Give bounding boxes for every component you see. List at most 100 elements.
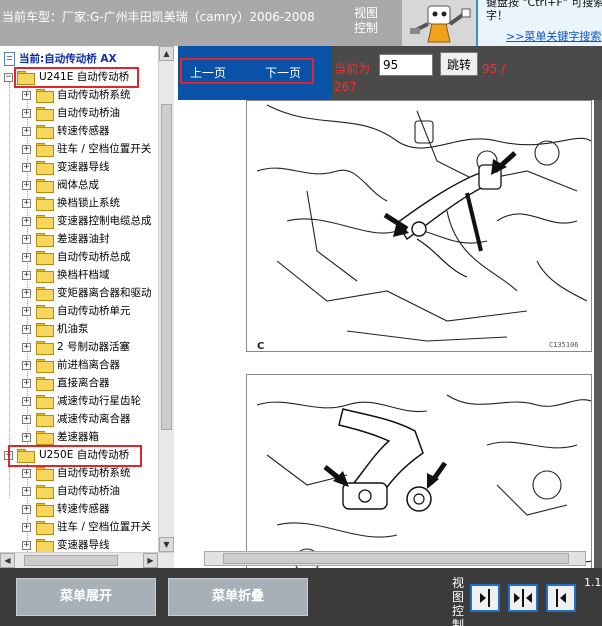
document-horizontal-scrollbar[interactable]	[204, 551, 586, 566]
expand-plus-icon[interactable]: +	[22, 253, 31, 262]
transaxle-drawing-1	[256, 104, 592, 342]
tree-item-label: 换档锁止系统	[57, 197, 120, 209]
expand-plus-icon[interactable]: +	[22, 199, 31, 208]
page-number-input[interactable]	[379, 54, 433, 76]
tree-item[interactable]: + 自动传动桥系统	[0, 86, 158, 104]
expand-plus-icon[interactable]: +	[22, 523, 31, 532]
tree-item[interactable]: + 直接离合器	[0, 374, 158, 392]
folder-icon	[36, 269, 54, 283]
tree-horizontal-scrollbar[interactable]: ◀ ▶	[0, 552, 174, 568]
tree-item[interactable]: + 换档杆档域	[0, 266, 158, 284]
robot-icon	[402, 0, 476, 46]
expand-plus-icon[interactable]: +	[22, 145, 31, 154]
expand-plus-icon[interactable]: +	[22, 379, 31, 388]
tree-item[interactable]: + 自动传动桥单元	[0, 302, 158, 320]
tree-item-label: 自动传动桥油	[57, 485, 120, 497]
expand-plus-icon[interactable]: +	[22, 109, 31, 118]
next-page-button[interactable]: 下一页	[265, 64, 301, 81]
folder-icon	[36, 377, 54, 391]
expand-plus-icon[interactable]: +	[22, 469, 31, 478]
folder-icon	[36, 89, 54, 103]
document-viewer: 上一页 下一页 当前为 跳转 95 / 267	[178, 46, 602, 568]
collapse-menu-button[interactable]: 菜单折叠	[168, 578, 308, 616]
tree-item[interactable]: + 减速传动行星齿轮	[0, 392, 158, 410]
scroll-thumb[interactable]	[161, 104, 172, 430]
folder-icon	[36, 323, 54, 337]
view-expand-left-button[interactable]	[546, 584, 576, 612]
view-expand-right-button[interactable]	[470, 584, 500, 612]
expand-plus-icon[interactable]: +	[22, 433, 31, 442]
scroll-thumb[interactable]	[223, 553, 569, 564]
tree-item-label: 自动传动桥系统	[57, 467, 131, 479]
tree-item[interactable]: + 差速器油封	[0, 230, 158, 248]
prev-page-button[interactable]: 上一页	[190, 64, 226, 81]
expand-plus-icon[interactable]: +	[22, 289, 31, 298]
collapse-minus-icon[interactable]: −	[4, 73, 13, 82]
expand-plus-icon[interactable]: +	[22, 217, 31, 226]
scroll-thumb[interactable]	[24, 555, 118, 566]
current-page-label: 当前为	[334, 62, 371, 76]
expand-plus-icon[interactable]: +	[22, 361, 31, 370]
tree-item[interactable]: + 前进档离合器	[0, 356, 158, 374]
jump-button[interactable]: 跳转	[440, 52, 478, 76]
expand-plus-icon[interactable]: +	[22, 325, 31, 334]
tree-item[interactable]: + 转速传感器	[0, 500, 158, 518]
tree-item[interactable]: + 驻车 / 空档位置开关	[0, 140, 158, 158]
expand-plus-icon[interactable]: +	[22, 235, 31, 244]
view-split-button[interactable]	[508, 584, 538, 612]
expand-plus-icon[interactable]: +	[22, 487, 31, 496]
tree-item[interactable]: + 减速传动离合器	[0, 410, 158, 428]
folder-icon	[36, 431, 54, 445]
manual-page: C C135106	[178, 100, 602, 568]
keyword-search-link[interactable]: >>菜单关键字搜索	[506, 28, 601, 44]
expand-menu-button[interactable]: 菜单展开	[16, 578, 156, 616]
tree-item[interactable]: +2 号制动器活塞	[0, 338, 158, 356]
expand-plus-icon[interactable]: +	[22, 271, 31, 280]
menu-tree[interactable]: 当前:自动传动桥 AX − U241E 自动传动桥 + 自动传动桥系统 + 自动传动桥…	[0, 46, 158, 552]
page-navigation-bar: 上一页 下一页 当前为 跳转 95 / 267	[178, 46, 602, 100]
tree-item[interactable]: + 自动传动桥油	[0, 104, 158, 122]
tree-root-label: 当前:自动传动桥 AX	[19, 53, 117, 65]
expand-plus-icon[interactable]: +	[22, 127, 31, 136]
vehicle-model-title: 当前车型：厂家:G-广州丰田凯美瑞（camry）2006-2008	[2, 10, 315, 24]
expand-plus-icon[interactable]: +	[22, 307, 31, 316]
scroll-left-button[interactable]: ◀	[0, 553, 15, 568]
expand-plus-icon[interactable]: +	[22, 343, 31, 352]
tree-vertical-scrollbar[interactable]: ▲ ▼	[158, 46, 174, 552]
expand-plus-icon[interactable]: +	[22, 415, 31, 424]
expand-plus-icon[interactable]: +	[22, 505, 31, 514]
document-scrollbar[interactable]	[594, 100, 602, 568]
tree-item[interactable]: + 驻车 / 空档位置开关	[0, 518, 158, 536]
tree-item[interactable]: + 转速传感器	[0, 122, 158, 140]
folder-icon	[36, 215, 54, 229]
scroll-up-button[interactable]: ▲	[159, 46, 174, 61]
expand-plus-icon[interactable]: +	[22, 163, 31, 172]
tree-item[interactable]: + 自动传动桥总成	[0, 248, 158, 266]
folder-icon	[36, 287, 54, 301]
tree-item[interactable]: + 变速器导线	[0, 536, 158, 552]
tree-item[interactable]: + 机油泵	[0, 320, 158, 338]
tree-item-label: 前进档离合器	[57, 359, 120, 371]
tree-item[interactable]: + 自动传动桥油	[0, 482, 158, 500]
split-icon	[514, 589, 532, 607]
scroll-right-button[interactable]: ▶	[143, 553, 158, 568]
tree-item[interactable]: + 换档锁止系统	[0, 194, 158, 212]
tree-item[interactable]: + 变矩器离合器和驱动	[0, 284, 158, 302]
tree-item[interactable]: + 自动传动桥系统	[0, 464, 158, 482]
tree-item-label: 驻车 / 空档位置开关	[57, 143, 152, 155]
tree-root[interactable]: 当前:自动传动桥 AX	[0, 50, 158, 68]
tree-item[interactable]: + 变速器导线	[0, 158, 158, 176]
expand-plus-icon[interactable]: +	[22, 181, 31, 190]
folder-icon	[36, 485, 54, 499]
scroll-down-button[interactable]: ▼	[159, 537, 174, 552]
tree-item[interactable]: + 阀体总成	[0, 176, 158, 194]
expand-plus-icon[interactable]: +	[22, 397, 31, 406]
expand-plus-icon[interactable]: +	[22, 91, 31, 100]
folder-icon	[36, 521, 54, 535]
tree-item-label: 减速传动离合器	[57, 413, 131, 425]
expand-plus-icon[interactable]: +	[22, 541, 31, 550]
illustration-1: C C135106	[246, 100, 592, 352]
tree-item[interactable]: + 变速器控制电缆总成	[0, 212, 158, 230]
tree-item-label: 换档杆档域	[57, 269, 110, 281]
tree-item[interactable]: + 差速器箱	[0, 428, 158, 446]
